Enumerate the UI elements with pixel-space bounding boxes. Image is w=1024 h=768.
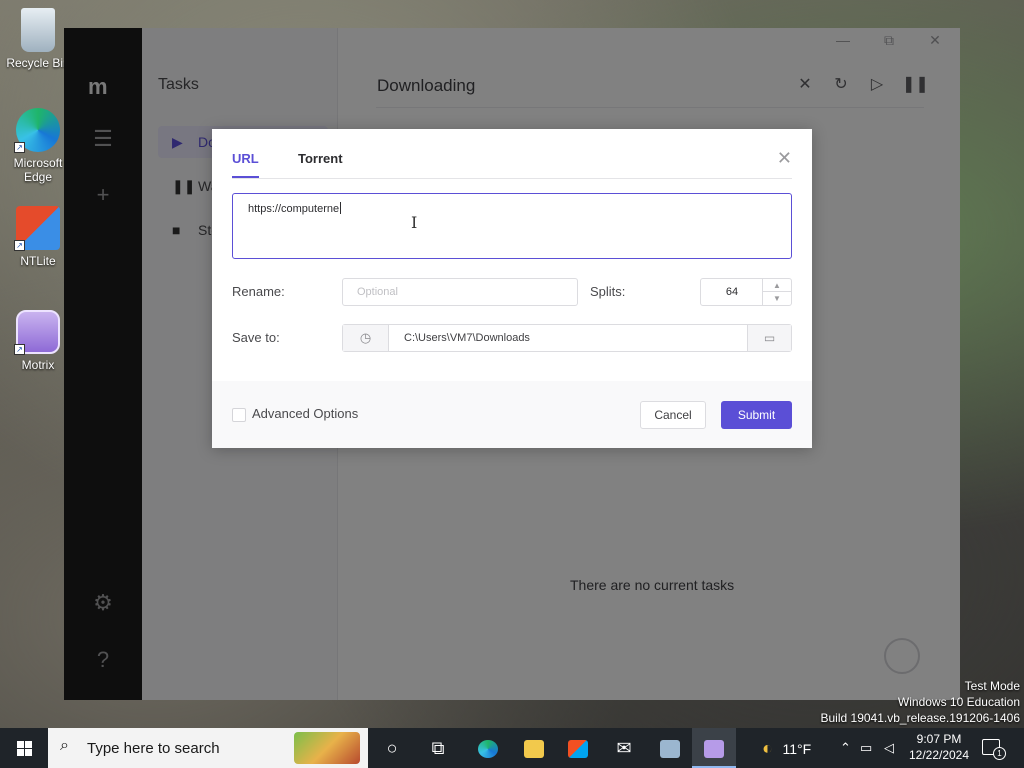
url-input[interactable]: https://computerne bbox=[232, 193, 792, 259]
edge-taskbar-icon[interactable] bbox=[466, 728, 510, 768]
watermark-line: Test Mode bbox=[964, 679, 1020, 693]
url-value: https://computerne bbox=[248, 203, 340, 215]
clock-date: 12/22/2024 bbox=[908, 748, 970, 762]
weather-icon: ◐ bbox=[762, 738, 773, 758]
taskbar: ⌕ Type here to search ○ ⧉ ✉ ◐ 11°F ⌃ ▭ ◁… bbox=[0, 728, 1024, 768]
watermark-line: Build 19041.vb_release.191206-1406 bbox=[820, 711, 1021, 725]
clock-time: 9:07 PM bbox=[916, 732, 962, 746]
shortcut-arrow-icon: ↗ bbox=[14, 142, 25, 153]
weather-widget[interactable]: ◐ 11°F bbox=[762, 728, 811, 768]
folder-icon[interactable]: ▭ bbox=[747, 325, 791, 351]
add-task-dialog: URL Torrent ✕ https://computerne I Renam… bbox=[212, 129, 812, 448]
recycle-bin-icon bbox=[21, 8, 55, 52]
search-icon: ⌕ bbox=[60, 737, 69, 754]
network-icon[interactable]: ▭ bbox=[860, 728, 872, 768]
start-button[interactable] bbox=[0, 728, 48, 768]
text-cursor-icon: I bbox=[411, 213, 418, 232]
store-icon[interactable] bbox=[556, 728, 600, 768]
increment-icon[interactable]: ▲ bbox=[762, 279, 791, 292]
shortcut-arrow-icon: ↗ bbox=[14, 344, 25, 355]
search-highlight-image bbox=[294, 732, 360, 764]
task-view-icon[interactable]: ⧉ bbox=[416, 728, 460, 768]
tray-chevron-icon[interactable]: ⌃ bbox=[840, 728, 851, 768]
windows-logo-icon bbox=[17, 741, 32, 756]
file-explorer-icon[interactable] bbox=[512, 728, 556, 768]
save-path-field[interactable]: ◷ C:\Users\VM7\Downloads ▭ bbox=[342, 324, 792, 352]
text-caret bbox=[340, 202, 342, 214]
cancel-button[interactable]: Cancel bbox=[640, 401, 706, 429]
volume-icon[interactable]: ◁ bbox=[884, 728, 894, 768]
shortcut-arrow-icon: ↗ bbox=[14, 240, 25, 251]
weather-temp: 11°F bbox=[782, 741, 812, 757]
advanced-options-checkbox[interactable] bbox=[232, 408, 246, 422]
close-icon[interactable]: ✕ bbox=[777, 148, 792, 169]
rename-input[interactable]: Optional bbox=[342, 278, 578, 306]
dialog-footer: Advanced Options Cancel Submit bbox=[212, 381, 812, 448]
watermark-line: Windows 10 Education bbox=[897, 695, 1020, 709]
splits-stepper[interactable]: 64 ▲ ▼ bbox=[700, 278, 792, 306]
search-placeholder: Type here to search bbox=[87, 740, 220, 757]
cortana-icon[interactable]: ○ bbox=[370, 728, 414, 768]
notification-count-badge: 1 bbox=[993, 747, 1006, 760]
dialog-tabs: URL Torrent bbox=[232, 129, 792, 179]
splits-label: Splits: bbox=[590, 284, 626, 299]
submit-button[interactable]: Submit bbox=[721, 401, 792, 429]
decrement-icon[interactable]: ▼ bbox=[762, 292, 791, 305]
save-to-label: Save to: bbox=[232, 330, 280, 345]
clock[interactable]: 9:07 PM 12/22/2024 bbox=[904, 731, 974, 763]
splits-value[interactable]: 64 bbox=[701, 279, 763, 305]
motrix-taskbar-icon[interactable] bbox=[692, 728, 736, 768]
save-path-value[interactable]: C:\Users\VM7\Downloads bbox=[404, 325, 530, 351]
test-mode-watermark: Test Mode Windows 10 Education Build 190… bbox=[821, 678, 1021, 726]
system-app-icon[interactable] bbox=[648, 728, 692, 768]
mail-icon[interactable]: ✉ bbox=[602, 728, 646, 768]
rename-label: Rename: bbox=[232, 284, 285, 299]
advanced-options-label[interactable]: Advanced Options bbox=[252, 406, 358, 421]
taskbar-search[interactable]: ⌕ Type here to search bbox=[48, 728, 368, 768]
tab-torrent[interactable]: Torrent bbox=[298, 151, 343, 178]
tab-url[interactable]: URL bbox=[232, 151, 259, 178]
history-icon[interactable]: ◷ bbox=[343, 325, 389, 351]
